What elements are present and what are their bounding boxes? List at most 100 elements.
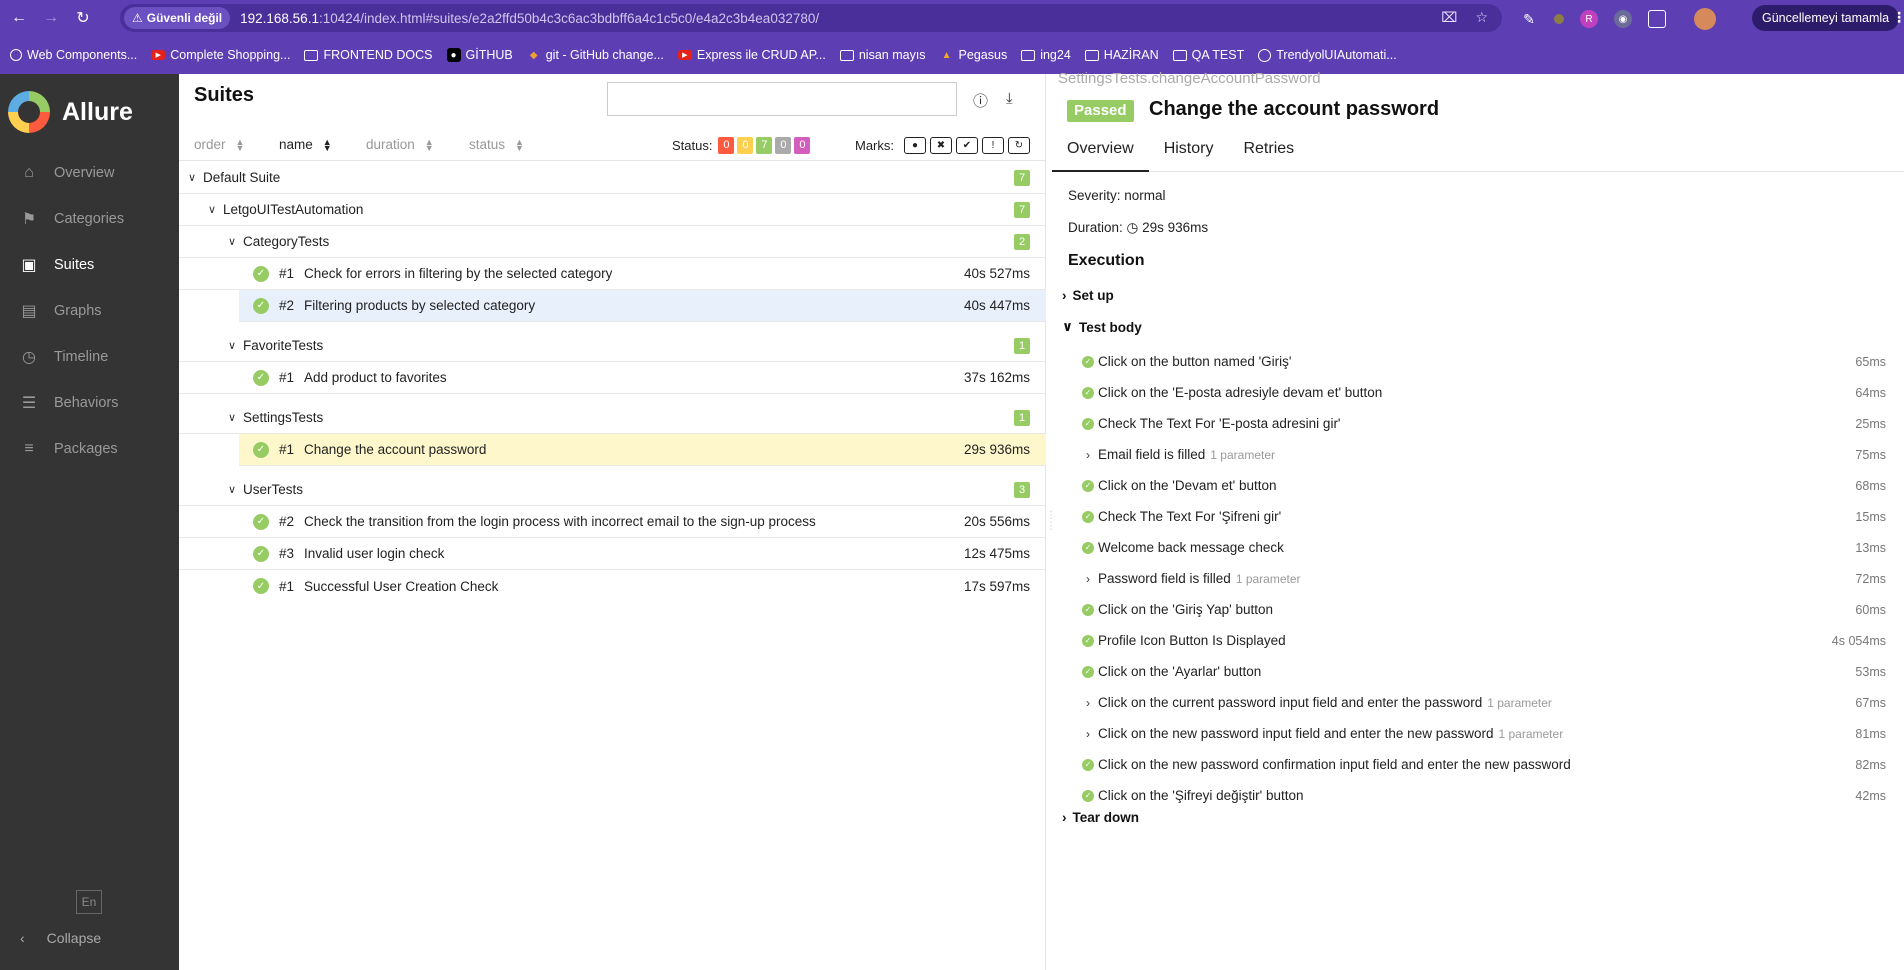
step-row[interactable]: ✓ Click on the 'E-posta adresiyle devam e… — [1052, 377, 1904, 408]
step-row[interactable]: ✓ Click on the 'Devam et' button 68ms — [1052, 470, 1904, 501]
tree-node-group[interactable]: ∨ CategoryTests 2 — [179, 226, 1046, 258]
pen-icon[interactable]: ✎ — [1520, 10, 1538, 28]
step-row[interactable]: ✓ Profile Icon Button Is Displayed 4s 054m… — [1052, 625, 1904, 656]
security-chip[interactable]: ⚠ Güvenli değil — [124, 7, 231, 29]
url-path: :10424/index.html#suites/e2a2ffd50b4c3c6… — [318, 10, 820, 26]
tab-retries[interactable]: Retries — [1228, 134, 1309, 172]
language-selector[interactable]: En — [76, 890, 102, 914]
test-number: #3 — [279, 546, 295, 561]
tree-node-group[interactable]: ∨ FavoriteTests 1 — [179, 330, 1046, 362]
extension-lr-icon[interactable]: R — [1580, 10, 1598, 28]
sidebar-item-behaviors[interactable]: ☰ Behaviors — [0, 380, 179, 426]
bookmark-item[interactable]: ▲ Pegasus — [940, 48, 1008, 62]
sort-name[interactable]: name ▲ ▼ — [279, 137, 332, 152]
bookmark-item[interactable]: ▶ Complete Shopping... — [151, 48, 290, 62]
step-row[interactable]: ✓ Click on the button named 'Giriş' 65ms — [1052, 346, 1904, 377]
count-badge: 7 — [1014, 202, 1030, 218]
step-row[interactable]: ✓ Click on the 'Ayarlar' button 53ms — [1052, 656, 1904, 687]
forward-icon[interactable]: → — [38, 5, 64, 31]
test-row-selected[interactable]: ✓ #1 Change the account password 29s 936… — [239, 434, 1046, 466]
step-row-expandable[interactable]: › Password field is filled 1 parameter 72ms — [1052, 563, 1904, 594]
bookmark-item[interactable]: nisan mayıs — [839, 48, 926, 62]
bookmark-item[interactable]: ◆ git - GitHub change... — [527, 48, 664, 62]
new-passed-icon[interactable]: ✔ — [956, 137, 978, 154]
dot-extension-icon[interactable] — [1554, 14, 1564, 24]
bookmark-item[interactable]: HAZİRAN — [1084, 48, 1159, 62]
tree-node-group[interactable]: ∨ UserTests 3 — [179, 474, 1046, 506]
sidebar-item-overview[interactable]: ⌂ Overview — [0, 150, 179, 196]
test-duration: 40s 447ms — [963, 298, 1030, 313]
bookmark-item[interactable]: FRONTEND DOCS — [304, 48, 433, 62]
passed-check-icon: ✓ — [1082, 479, 1094, 492]
sort-duration[interactable]: duration ▲ ▼ — [366, 137, 434, 152]
status-count-passed[interactable]: 7 — [756, 137, 773, 154]
tree-node-group[interactable]: ∨ SettingsTests 1 — [179, 402, 1046, 434]
step-row[interactable]: ✓ Check The Text For 'Şifreni gir' 15ms — [1052, 501, 1904, 532]
test-row[interactable]: ✓ #2 Filtering products by selected cate… — [239, 290, 1046, 322]
search-input[interactable] — [607, 82, 957, 116]
step-row-expandable[interactable]: › Click on the new password input field a… — [1052, 718, 1904, 749]
test-row[interactable]: ✓ #1 Add product to favorites 37s 162ms — [179, 362, 1046, 394]
bookmark-item[interactable]: TrendyolUIAutomati... — [1258, 48, 1397, 62]
bookmark-label: ing24 — [1040, 48, 1071, 62]
step-row[interactable]: ✓ Check The Text For 'E-posta adresini gi… — [1052, 408, 1904, 439]
teardown-section[interactable]: › Tear down — [1062, 810, 1139, 825]
step-row-expandable[interactable]: › Email field is filled 1 parameter 75ms — [1052, 439, 1904, 470]
update-button[interactable]: Güncellemeyi tamamla — [1752, 5, 1900, 31]
browser-menu-icon[interactable]: ⋮ — [1892, 9, 1904, 26]
test-row[interactable]: ✓ #1 Successful User Creation Check 17s … — [179, 570, 1046, 602]
sidebar-item-categories[interactable]: ⚑ Categories — [0, 196, 179, 242]
bookmark-item[interactable]: QA TEST — [1172, 48, 1244, 62]
download-icon[interactable]: ⤓ — [1006, 90, 1013, 111]
status-count-unknown[interactable]: 0 — [794, 137, 811, 154]
bookmark-item[interactable]: Web Components... — [10, 48, 137, 62]
retries-icon[interactable]: ↻ — [1008, 137, 1030, 154]
reload-icon[interactable]: ↻ — [70, 5, 96, 31]
collapse-button[interactable]: ‹ Collapse — [20, 930, 101, 946]
bookmark-item[interactable]: ▶ Express ile CRUD AP... — [677, 48, 826, 62]
tab-history[interactable]: History — [1149, 134, 1229, 172]
flaky-icon[interactable]: ● — [904, 137, 926, 154]
count-badge: 7 — [1014, 170, 1030, 186]
new-broken-icon[interactable]: ! — [982, 137, 1004, 154]
tree-node-default-suite[interactable]: ∨ Default Suite 7 — [179, 162, 1046, 194]
test-body-section[interactable]: ∨ Test body — [1062, 319, 1142, 335]
new-failed-icon[interactable]: ✖ — [930, 137, 952, 154]
status-count-broken[interactable]: 0 — [737, 137, 754, 154]
puzzle-icon[interactable] — [1648, 10, 1666, 28]
test-row[interactable]: ✓ #3 Invalid user login check 12s 475ms — [179, 538, 1046, 570]
sort-label: order — [194, 137, 226, 152]
test-row[interactable]: ✓ #1 Check for errors in filtering by th… — [179, 258, 1046, 290]
tree-node-project[interactable]: ∨ LetgoUITestAutomation 7 — [179, 194, 1046, 226]
info-icon[interactable]: ⓘ — [973, 90, 988, 111]
tab-overview[interactable]: Overview — [1052, 134, 1149, 172]
brand[interactable]: Allure — [0, 74, 179, 150]
test-row[interactable]: ✓ #2 Check the transition from the login… — [179, 506, 1046, 538]
step-row[interactable]: ✓ Click on the 'Şifreyi değiştir' button 4… — [1052, 780, 1904, 811]
address-bar[interactable]: ⚠ Güvenli değil 192.168.56.1:10424/index… — [120, 4, 1502, 32]
sort-status[interactable]: status ▲ ▼ — [469, 137, 524, 152]
step-name: Click on the new password input field an… — [1098, 726, 1494, 741]
status-count-failed[interactable]: 0 — [718, 137, 735, 154]
step-row[interactable]: ✓ Click on the 'Giriş Yap' button 60ms — [1052, 594, 1904, 625]
chevron-right-icon: › — [1086, 695, 1090, 710]
step-row[interactable]: ✓ Welcome back message check 13ms — [1052, 532, 1904, 563]
shield-extension-icon[interactable]: ◉ — [1614, 10, 1632, 28]
profile-avatar[interactable] — [1694, 8, 1716, 30]
sidebar-item-timeline[interactable]: ◷ Timeline — [0, 334, 179, 380]
status-count-skipped[interactable]: 0 — [775, 137, 792, 154]
back-icon[interactable]: ← — [6, 5, 32, 31]
extension-icons: ✎ R ◉ — [1520, 8, 1716, 30]
setup-section[interactable]: › Set up — [1062, 288, 1114, 303]
translate-icon[interactable]: ⌧ — [1441, 9, 1457, 26]
step-row-expandable[interactable]: › Click on the current password input fie… — [1052, 687, 1904, 718]
url-text[interactable]: 192.168.56.1:10424/index.html#suites/e2a… — [240, 11, 819, 26]
bookmark-item[interactable]: ing24 — [1021, 48, 1071, 62]
bookmark-star-icon[interactable]: ☆ — [1475, 9, 1488, 26]
step-row[interactable]: ✓ Click on the new password confirmation … — [1052, 749, 1904, 780]
sidebar-item-graphs[interactable]: ▤ Graphs — [0, 288, 179, 334]
sort-order[interactable]: order ▲ ▼ — [194, 137, 244, 152]
sidebar-item-suites[interactable]: ▣ Suites — [0, 242, 182, 288]
sidebar-item-packages[interactable]: ≡ Packages — [0, 426, 179, 472]
bookmark-item[interactable]: ● GİTHUB — [446, 48, 513, 62]
